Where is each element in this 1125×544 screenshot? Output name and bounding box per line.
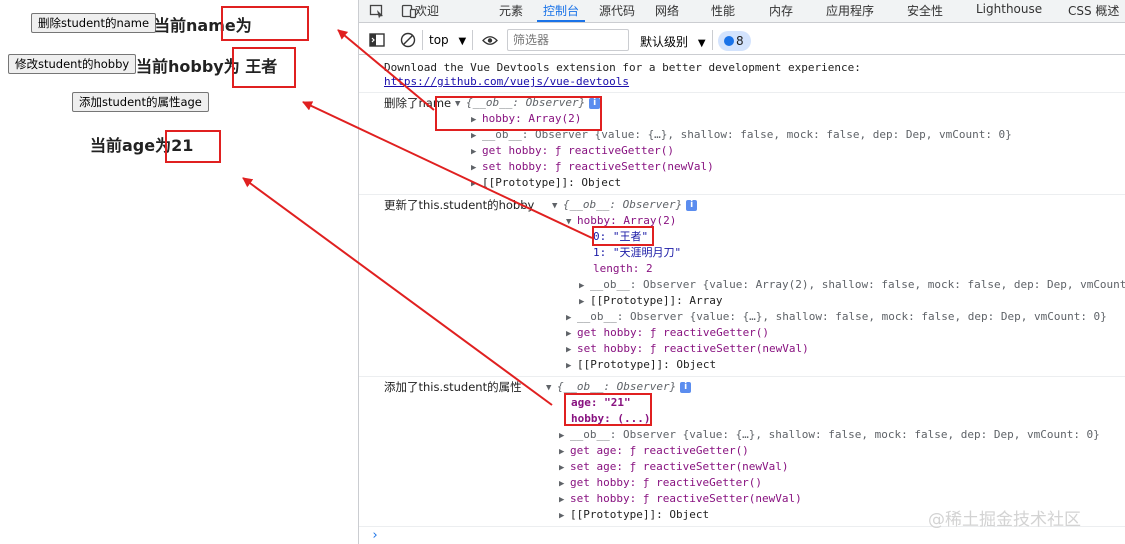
collapse-triangle-icon: ▶ [471, 115, 477, 125]
log-label-deleted-name: 删除了name [384, 96, 452, 110]
active-tab-indicator [537, 20, 585, 22]
log1-ob-row[interactable]: ▶ __ob__: Observer {value: {…}, shallow: … [471, 127, 1012, 143]
current-name-text: 当前name为 [154, 16, 252, 35]
current-hobby-text: 当前hobby为 王者 [136, 57, 278, 76]
chevron-down-icon: ▼ [697, 38, 706, 49]
log1-getter-row[interactable]: ▶ get hobby: ƒ reactiveGetter() [471, 143, 674, 159]
console-filter-input[interactable] [507, 29, 629, 51]
tab-4[interactable]: 网络 [655, 2, 679, 19]
log-label-added-property: 添加了this.student的属性 [384, 380, 522, 394]
collapse-triangle-icon: ▶ [566, 361, 572, 371]
expand-triangle-icon: ▼ [455, 99, 461, 109]
log3-age-getter-row[interactable]: ▶ get age: ƒ reactiveGetter() [559, 443, 749, 459]
log3-ob-row[interactable]: ▶ __ob__: Observer {value: {…}, shallow: … [559, 427, 1100, 443]
collapse-triangle-icon: ▶ [471, 131, 477, 141]
devtools-tabbar: 欢迎 元素 控制台 源代码 网络 性能 内存 应用程序 安全性 Lighthouse CSS 概述 [359, 0, 1125, 23]
log-level-label: 默认级别 [640, 35, 689, 49]
log3-prototype-row[interactable]: ▶ [[Prototype]]: Object [559, 507, 709, 523]
collapse-triangle-icon: ▶ [559, 447, 565, 457]
log3-hobby-row[interactable]: hobby: (...) [571, 411, 650, 427]
chevron-down-icon: ▼ [458, 36, 467, 47]
collapse-triangle-icon: ▶ [559, 511, 565, 521]
collapse-triangle-icon: ▶ [559, 495, 565, 505]
tab-9[interactable]: Lighthouse [976, 2, 1042, 16]
console-prompt[interactable]: › [371, 528, 379, 544]
issues-badge[interactable]: 8 [718, 31, 751, 51]
log1-object-header[interactable]: ▼ {__ob__: Observer} i [455, 95, 601, 111]
modify-hobby-button[interactable]: 修改student的hobby [8, 54, 137, 74]
tab-3[interactable]: 源代码 [599, 2, 635, 19]
collapse-triangle-icon: ▶ [559, 431, 565, 441]
issues-count: 8 [736, 34, 744, 48]
log2-hobby-item-0: 0: "王者" [593, 230, 649, 243]
log2-getter-row[interactable]: ▶ get hobby: ƒ reactiveGetter() [566, 325, 769, 341]
log3-hobby-setter-row[interactable]: ▶ set hobby: ƒ reactiveSetter(newVal) [559, 491, 802, 507]
console-output: Download the Vue Devtools extension for … [359, 56, 1125, 544]
log2-array-ob-row[interactable]: ▶ __ob__: Observer {value: Array(2), shal… [579, 277, 1125, 293]
current-age-text: 当前age为21 [90, 136, 194, 155]
tab-1[interactable]: 元素 [499, 2, 523, 19]
tab-5[interactable]: 性能 [711, 2, 735, 19]
collapse-triangle-icon: ▶ [566, 345, 572, 355]
log2-hobby-length: length: 2 [593, 262, 653, 275]
collapse-triangle-icon: ▶ [471, 179, 477, 189]
log2-prototype-row[interactable]: ▶ [[Prototype]]: Object [566, 357, 716, 373]
expand-triangle-icon: ▼ [546, 383, 552, 393]
log3-age-setter-row[interactable]: ▶ set age: ƒ reactiveSetter(newVal) [559, 459, 789, 475]
inspect-icon[interactable] [369, 3, 385, 19]
log-label-updated-hobby: 更新了this.student的hobby [384, 198, 535, 212]
sidebar-toggle-icon[interactable] [369, 33, 385, 47]
watermark: @稀土掘金技术社区 [928, 510, 1081, 530]
log2-setter-row[interactable]: ▶ set hobby: ƒ reactiveSetter(newVal) [566, 341, 809, 357]
tab-7[interactable]: 应用程序 [826, 2, 874, 19]
tab-0[interactable]: 欢迎 [415, 2, 439, 19]
log3-object-header[interactable]: ▼ {__ob__: Observer} i [546, 379, 692, 395]
log2-ob-row[interactable]: ▶ __ob__: Observer {value: {…}, shallow: … [566, 309, 1107, 325]
info-icon: i [589, 97, 601, 109]
vue-devtools-link[interactable]: https://github.com/vuejs/vue-devtools [384, 74, 629, 90]
log-level-selector[interactable]: 默认级别 ▼ [640, 33, 706, 50]
info-icon: i [680, 381, 692, 393]
collapse-triangle-icon: ▶ [471, 163, 477, 173]
log1-prototype-row[interactable]: ▶ [[Prototype]]: Object [471, 175, 621, 191]
collapse-triangle-icon: ▶ [559, 463, 565, 473]
collapse-triangle-icon: ▶ [579, 281, 585, 291]
log2-array-prototype-row[interactable]: ▶ [[Prototype]]: Array [579, 293, 722, 309]
tab-10[interactable]: CSS 概述 [1068, 2, 1119, 19]
log2-hobby-item-1: 1: "天涯明月刀" [593, 246, 682, 259]
log2-object-header[interactable]: ▼ {__ob__: Observer} i [552, 197, 698, 213]
info-icon: i [686, 199, 698, 211]
expand-triangle-icon: ▼ [566, 217, 572, 227]
collapse-triangle-icon: ▶ [566, 313, 572, 323]
collapse-triangle-icon: ▶ [559, 479, 565, 489]
log2-hobby-row[interactable]: ▼ hobby: Array(2) [566, 213, 676, 229]
collapse-triangle-icon: ▶ [579, 297, 585, 307]
app-page: 删除student的name 当前name为 修改student的hobby 当… [0, 0, 358, 544]
issues-icon [724, 36, 734, 46]
context-label: top [429, 33, 449, 47]
tab-6[interactable]: 内存 [769, 2, 793, 19]
context-selector[interactable]: top ▼ [429, 33, 466, 47]
devtools-panel: 欢迎 元素 控制台 源代码 网络 性能 内存 应用程序 安全性 Lighthouse CSS 概述 … [358, 0, 1125, 544]
log3-hobby-getter-row[interactable]: ▶ get hobby: ƒ reactiveGetter() [559, 475, 762, 491]
collapse-triangle-icon: ▶ [471, 147, 477, 157]
log3-age-row: age: "21" [571, 396, 631, 409]
tab-8[interactable]: 安全性 [907, 2, 943, 19]
add-age-button[interactable]: 添加student的属性age [72, 92, 209, 112]
console-toolbar: top ▼ 默认级别 ▼ 8 [359, 27, 1125, 55]
live-expression-eye-icon[interactable] [482, 35, 498, 46]
log1-hobby-row[interactable]: ▶ hobby: Array(2) [471, 111, 581, 127]
expand-triangle-icon: ▼ [552, 201, 558, 211]
clear-console-icon[interactable] [400, 32, 416, 48]
tab-2[interactable]: 控制台 [543, 2, 579, 19]
delete-name-button[interactable]: 删除student的name [31, 13, 157, 33]
log1-setter-row[interactable]: ▶ set hobby: ƒ reactiveSetter(newVal) [471, 159, 714, 175]
collapse-triangle-icon: ▶ [566, 329, 572, 339]
